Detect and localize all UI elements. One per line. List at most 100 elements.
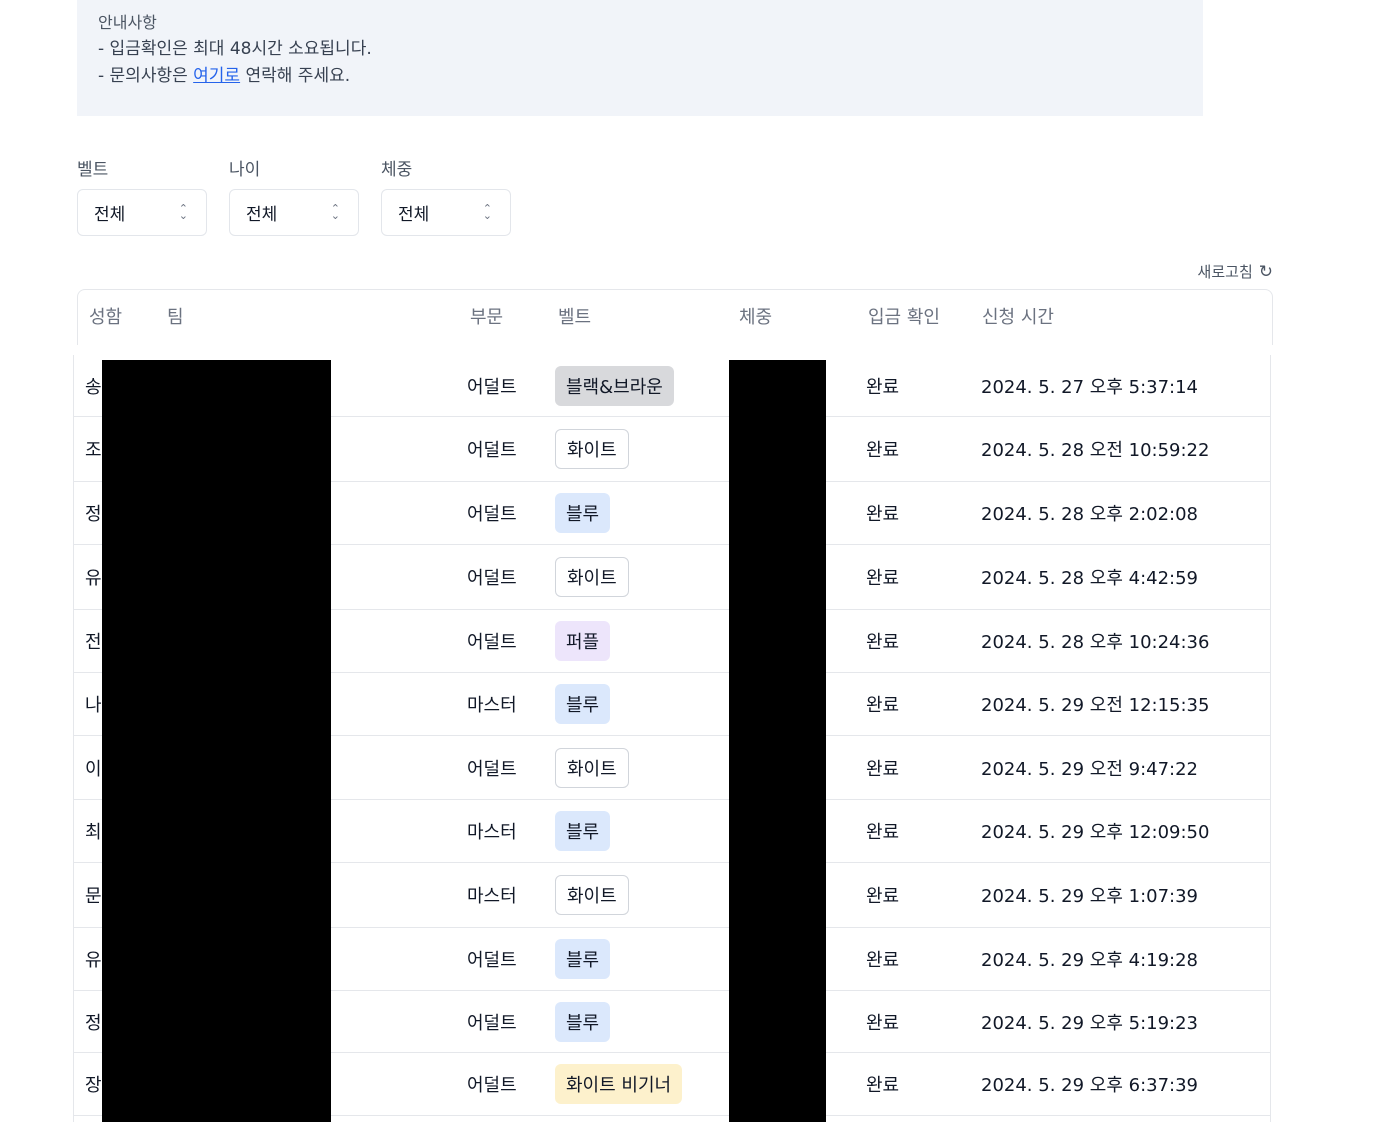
filters: 벨트 전체 ⌃ ⌄ 나이 전체 ⌃ ⌄ 체중 전체 ⌃ ⌄ <box>77 158 511 236</box>
cell-time: 2024. 5. 28 오전 10:59:22 <box>981 440 1210 461</box>
belt-badge: 화이트 <box>555 747 629 788</box>
cell-time: 2024. 5. 28 오후 2:02:08 <box>981 504 1199 525</box>
cell-payment: 완료 <box>866 376 900 398</box>
header-division: 부문 <box>470 307 504 328</box>
notice-box: 안내사항 - 입금확인은 최대 48시간 소요됩니다. - 문의사항은 여기로 … <box>77 0 1203 116</box>
chevron-up-down-icon: ⌃ ⌄ <box>482 202 492 222</box>
notice-line-2: - 문의사항은 여기로 연락해 주세요. <box>98 63 1203 90</box>
cell-belt: 화이트 <box>555 417 629 481</box>
chevron-up-down-icon: ⌃ ⌄ <box>178 202 188 222</box>
cell-division: 어덜트 <box>467 758 517 780</box>
redaction-block-team <box>102 360 331 1122</box>
filter-weight-label: 체중 <box>381 160 413 180</box>
cell-name: 송 <box>85 376 102 398</box>
belt-badge: 화이트 비기너 <box>555 1064 683 1104</box>
header-team: 팀 <box>167 307 184 328</box>
belt-badge: 퍼플 <box>555 621 611 661</box>
cell-payment: 완료 <box>866 886 900 907</box>
notice-title: 안내사항 <box>98 13 157 32</box>
cell-payment: 완료 <box>866 822 900 843</box>
header-belt: 벨트 <box>558 307 592 328</box>
weight-select[interactable]: 전체 ⌃ ⌄ <box>381 189 511 236</box>
cell-time: 2024. 5. 27 오후 5:37:14 <box>981 376 1199 398</box>
belt-badge: 블루 <box>555 939 611 979</box>
belt-select[interactable]: 전체 ⌃ ⌄ <box>77 189 207 236</box>
cell-time: 2024. 5. 29 오후 12:09:50 <box>981 822 1210 843</box>
cell-payment: 완료 <box>866 568 900 589</box>
belt-badge: 화이트 <box>555 557 629 597</box>
cell-division: 마스터 <box>467 822 517 843</box>
cell-name: 조 <box>85 440 102 461</box>
cell-name: 정 <box>85 504 102 525</box>
cell-payment: 완료 <box>866 1012 900 1034</box>
cell-division: 어덜트 <box>467 376 517 398</box>
cell-name: 정 <box>85 1012 102 1034</box>
filter-age: 나이 전체 ⌃ ⌄ <box>229 158 359 236</box>
cell-payment: 완료 <box>866 1075 900 1096</box>
belt-badge: 블루 <box>555 684 611 724</box>
refresh-label: 새로고침 <box>1197 263 1253 281</box>
cell-division: 어덜트 <box>467 632 517 653</box>
cell-division: 어덜트 <box>467 1012 517 1034</box>
cell-belt: 화이트 <box>555 863 629 927</box>
refresh-icon: ↻ <box>1258 261 1273 282</box>
cell-time: 2024. 5. 29 오후 5:19:23 <box>981 1012 1199 1034</box>
cell-belt: 블루 <box>555 928 611 990</box>
cell-belt: 퍼플 <box>555 610 611 672</box>
cell-belt: 화이트 비기너 <box>555 1053 683 1115</box>
notice-line-1: - 입금확인은 최대 48시간 소요됩니다. <box>98 39 372 59</box>
belt-badge: 블랙&브라운 <box>555 365 674 406</box>
cell-name: 전 <box>85 632 102 653</box>
belt-select-value: 전체 <box>94 205 126 225</box>
cell-division: 어덜트 <box>467 1075 517 1096</box>
cell-time: 2024. 5. 29 오전 9:47:22 <box>981 758 1199 780</box>
filter-age-label: 나이 <box>229 160 261 180</box>
cell-time: 2024. 5. 28 오후 4:42:59 <box>981 568 1199 589</box>
table-header: 성함 팀 부문 벨트 체중 입금 확인 신청 시간 <box>77 289 1273 345</box>
cell-time: 2024. 5. 29 오후 4:19:28 <box>981 950 1199 971</box>
cell-payment: 완료 <box>866 758 900 780</box>
cell-name: 유 <box>85 950 102 971</box>
cell-name: 유 <box>85 568 102 589</box>
cell-belt: 블루 <box>555 800 611 862</box>
cell-division: 어덜트 <box>467 504 517 525</box>
cell-belt: 블루 <box>555 673 611 735</box>
cell-name: 최 <box>85 822 102 843</box>
cell-payment: 완료 <box>866 504 900 525</box>
contact-link[interactable]: 여기로 <box>193 66 240 86</box>
cell-name: 나 <box>85 695 102 716</box>
cell-time: 2024. 5. 28 오후 10:24:36 <box>981 632 1210 653</box>
filter-belt: 벨트 전체 ⌃ ⌄ <box>77 158 207 236</box>
redaction-block-weight <box>729 360 826 1122</box>
header-time: 신청 시간 <box>982 307 1054 328</box>
cell-belt: 화이트 <box>555 545 629 609</box>
refresh-button[interactable]: 새로고침 ↻ <box>1198 261 1273 282</box>
cell-payment: 완료 <box>866 950 900 971</box>
cell-division: 어덜트 <box>467 440 517 461</box>
cell-belt: 화이트 <box>555 736 629 799</box>
header-payment: 입금 확인 <box>868 307 940 328</box>
cell-payment: 완료 <box>866 440 900 461</box>
chevron-up-down-icon: ⌃ ⌄ <box>330 202 340 222</box>
belt-badge: 블루 <box>555 811 611 851</box>
belt-badge: 화이트 <box>555 875 629 915</box>
cell-time: 2024. 5. 29 오후 6:37:39 <box>981 1075 1199 1096</box>
cell-time: 2024. 5. 29 오후 1:07:39 <box>981 886 1199 907</box>
notice-line-2-prefix: - 문의사항은 <box>98 66 194 86</box>
cell-name: 이 <box>85 758 102 780</box>
belt-badge: 화이트 <box>555 429 629 469</box>
filter-belt-label: 벨트 <box>77 160 109 180</box>
cell-division: 마스터 <box>467 695 517 716</box>
cell-name: 장 <box>85 1075 102 1096</box>
cell-division: 어덜트 <box>467 568 517 589</box>
cell-belt: 블루 <box>555 482 611 544</box>
header-name: 성함 <box>89 307 123 328</box>
age-select[interactable]: 전체 ⌃ ⌄ <box>229 189 359 236</box>
cell-belt: 블루 <box>555 991 611 1052</box>
cell-payment: 완료 <box>866 632 900 653</box>
belt-badge: 블루 <box>555 493 611 533</box>
age-select-value: 전체 <box>246 205 278 225</box>
notice-line-2-suffix: 연락해 주세요. <box>240 66 351 86</box>
cell-division: 어덜트 <box>467 950 517 971</box>
cell-division: 마스터 <box>467 886 517 907</box>
